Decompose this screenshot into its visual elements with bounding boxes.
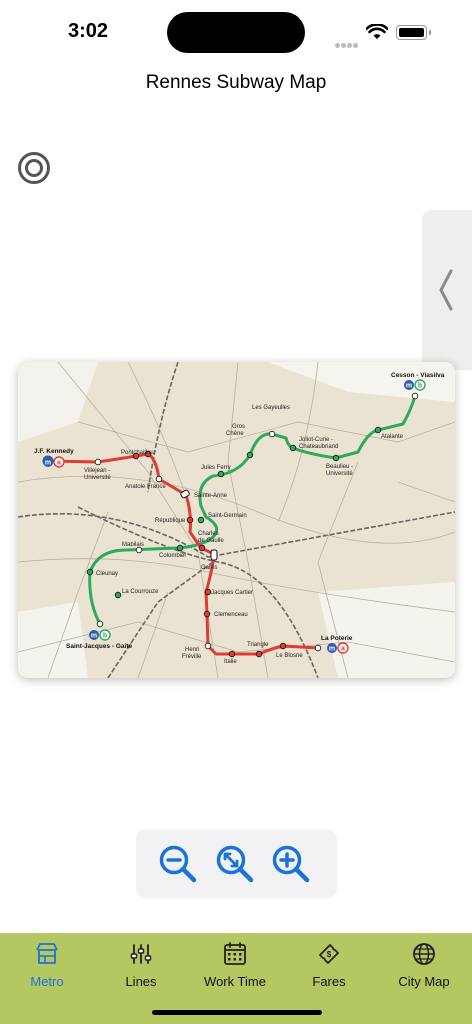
home-indicator (152, 1010, 322, 1015)
page-title: Rennes Subway Map (145, 72, 327, 93)
tab-label: City Map (398, 974, 450, 989)
tab-city-map[interactable]: City Map (377, 941, 471, 989)
status-bar: 3:02 (0, 0, 472, 60)
line-b-badge-text: b (418, 383, 422, 390)
tab-fares[interactable]: $ Fares (282, 941, 376, 989)
zoom-out-icon[interactable] (158, 844, 198, 884)
dynamic-island (167, 12, 305, 53)
zoom-in-icon[interactable] (271, 844, 311, 884)
metro-badge-text: m (45, 460, 51, 467)
location-target-icon[interactable] (17, 151, 51, 185)
side-panel-toggle[interactable] (422, 210, 472, 370)
calendar-icon (224, 942, 246, 965)
tab-lines[interactable]: Lines (94, 941, 188, 989)
zoom-fit-icon[interactable] (215, 844, 255, 884)
status-time: 3:02 (68, 20, 109, 42)
ticket-icon: $ (319, 944, 339, 964)
svg-text:$: $ (327, 950, 332, 959)
metro-badge-text: m (329, 646, 335, 653)
metro-icon (36, 943, 58, 964)
cellular-signal-icon (335, 35, 359, 53)
tab-work-time[interactable]: Work Time (188, 941, 282, 989)
zoom-controls (136, 829, 337, 898)
chevron-left-icon (439, 269, 453, 311)
tab-label: Lines (125, 974, 157, 989)
wifi-icon (366, 24, 388, 39)
metro-badge-text: m (91, 633, 97, 640)
tab-metro[interactable]: Metro (0, 941, 94, 989)
line-a-badge-text: a (341, 646, 345, 653)
metro-badge-text: m (406, 383, 412, 390)
tab-label: Work Time (204, 974, 266, 989)
tab-label: Fares (312, 974, 346, 989)
battery-icon (396, 25, 431, 40)
globe-icon (413, 943, 435, 965)
terminus-badges: m a m b m b m a (43, 379, 426, 654)
line-a-badge-text: a (57, 460, 61, 467)
lines-icon (130, 944, 152, 964)
line-b-badge-text: b (103, 633, 107, 640)
tab-label: Metro (30, 974, 64, 989)
